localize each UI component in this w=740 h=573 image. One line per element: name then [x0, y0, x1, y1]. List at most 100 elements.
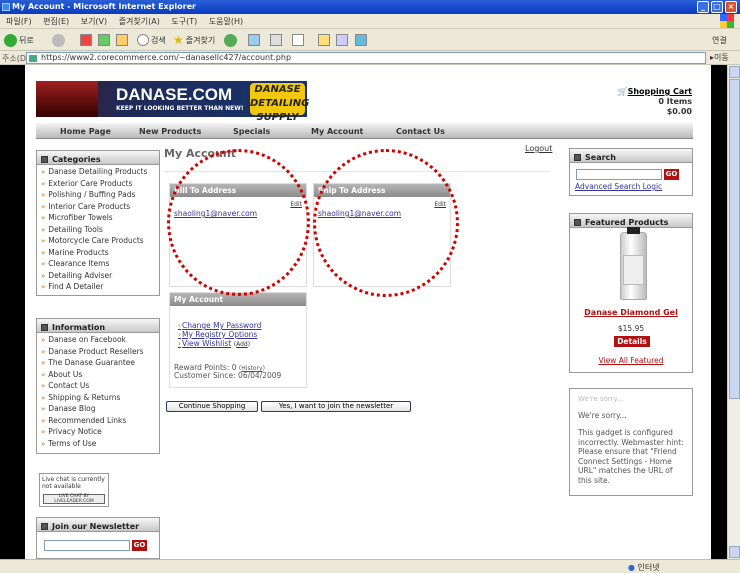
- nav-specials[interactable]: Specials: [233, 127, 270, 136]
- category-item[interactable]: Clearance Items: [41, 259, 159, 271]
- logout-link[interactable]: Logout: [525, 144, 552, 153]
- favorites-button[interactable]: ★ 즐겨찾기: [173, 33, 215, 47]
- categories-header: Categories: [37, 151, 159, 165]
- menu-view[interactable]: 보기(V): [81, 17, 107, 26]
- site-banner[interactable]: DANASE.COM KEEP IT LOOKING BETTER THAN N…: [36, 81, 310, 123]
- info-item[interactable]: Privacy Notice: [41, 427, 159, 439]
- back-button[interactable]: 뒤로: [4, 33, 34, 47]
- close-button[interactable]: ×: [725, 1, 737, 13]
- category-item[interactable]: Motorcycle Care Products: [41, 236, 159, 248]
- nav-my-account[interactable]: My Account: [311, 127, 363, 136]
- category-item[interactable]: Danase Detailing Products: [41, 167, 159, 179]
- search-input[interactable]: [576, 169, 662, 180]
- links-label[interactable]: 연결: [712, 33, 727, 47]
- annotation-circle: [313, 149, 459, 297]
- maximize-button[interactable]: □: [711, 1, 723, 13]
- category-item[interactable]: Find A Detailer: [41, 282, 159, 294]
- cart-items: 0 Items: [658, 97, 692, 106]
- featured-product-name[interactable]: Danase Diamond Gel: [570, 308, 692, 317]
- account-links: Change My Password My Registry Options V…: [178, 321, 261, 349]
- globe-icon: ●: [628, 563, 635, 572]
- web-page: DANASE.COM KEEP IT LOOKING BETTER THAN N…: [25, 65, 711, 559]
- menu-file[interactable]: 파일(F): [6, 17, 32, 26]
- nav-contact-us[interactable]: Contact Us: [396, 127, 445, 136]
- friend-connect-gadget: We're sorry... We're sorry... This gadge…: [569, 388, 693, 496]
- category-item[interactable]: Detailing Tools: [41, 225, 159, 237]
- main-nav: Home Page New Products Specials My Accou…: [36, 123, 693, 139]
- featured-products-box: Featured Products Danase Diamond Gel $15…: [569, 213, 693, 373]
- featured-header: Featured Products: [570, 214, 692, 228]
- menu-help[interactable]: 도움말(H): [209, 17, 243, 26]
- cart-total: $0.00: [666, 107, 692, 116]
- scroll-up-button[interactable]: [729, 66, 740, 78]
- mail-button[interactable]: [248, 33, 260, 47]
- view-wishlist-link[interactable]: View Wishlist: [178, 339, 231, 349]
- customer-since: Customer Since: 06/04/2009: [174, 371, 282, 380]
- info-item[interactable]: Contact Us: [41, 381, 159, 393]
- cart-icon: 🛒: [617, 87, 628, 96]
- newsletter-email-input[interactable]: [44, 540, 130, 551]
- menu-edit[interactable]: 편집(E): [43, 17, 69, 26]
- newsletter-go-button[interactable]: GO: [132, 540, 147, 551]
- refresh-button[interactable]: [98, 33, 110, 47]
- info-item[interactable]: About Us: [41, 370, 159, 382]
- search-go-button[interactable]: GO: [664, 169, 679, 180]
- stop-icon: [80, 34, 92, 46]
- browser-toolbar: 뒤로 검색 ★ 즐겨찾기 연결: [0, 29, 740, 51]
- continue-shopping-button[interactable]: Continue Shopping: [166, 401, 258, 412]
- category-item[interactable]: Interior Care Products: [41, 202, 159, 214]
- car-image: [36, 81, 98, 117]
- address-input[interactable]: https://www2.corecommerce.com/~danasellc…: [26, 52, 706, 64]
- category-item[interactable]: Microfiber Towels: [41, 213, 159, 225]
- shopping-cart-link[interactable]: Shopping Cart: [628, 87, 692, 96]
- history-button[interactable]: [224, 33, 237, 47]
- info-item[interactable]: Recommended Links: [41, 416, 159, 428]
- home-button[interactable]: [116, 33, 128, 47]
- messenger-button[interactable]: [355, 33, 367, 47]
- gadget-faded-text: We're sorry...: [578, 395, 624, 403]
- go-button[interactable]: ▸이동: [710, 52, 729, 63]
- menu-tools[interactable]: 도구(T): [171, 17, 197, 26]
- live-chat-widget[interactable]: Live chat is currently not available LIV…: [39, 473, 109, 507]
- newsletter-header: Join our Newsletter: [37, 518, 159, 532]
- category-item[interactable]: Polishing / Buffing Pads: [41, 190, 159, 202]
- product-image[interactable]: [620, 227, 647, 300]
- site-logo: DANASE.COM: [116, 85, 233, 104]
- minimize-button[interactable]: _: [697, 1, 709, 13]
- info-item[interactable]: Danase Product Resellers: [41, 347, 159, 359]
- nav-new-products[interactable]: New Products: [139, 127, 201, 136]
- info-item[interactable]: Shipping & Returns: [41, 393, 159, 405]
- menu-favorites[interactable]: 즐겨찾기(A): [119, 17, 160, 26]
- stop-button[interactable]: [80, 33, 92, 47]
- registry-options-link[interactable]: My Registry Options: [178, 330, 261, 340]
- category-item[interactable]: Exterior Care Products: [41, 179, 159, 191]
- supply-badge: DANASE DETAILING SUPPLY: [250, 83, 310, 123]
- details-button[interactable]: Details: [614, 336, 650, 347]
- info-item[interactable]: Danase on Facebook: [41, 335, 159, 347]
- info-item[interactable]: Danase Blog: [41, 404, 159, 416]
- join-newsletter-button[interactable]: Yes, I want to join the newsletter: [261, 401, 411, 412]
- menu-bar: 파일(F) 편집(E) 보기(V) 즐겨찾기(A) 도구(T) 도움말(H): [0, 14, 740, 29]
- nav-home[interactable]: Home Page: [60, 127, 111, 136]
- edit-page-button[interactable]: [292, 33, 304, 47]
- windows-logo-icon: [720, 14, 734, 28]
- category-item[interactable]: Detailing Adviser: [41, 271, 159, 283]
- folder-button[interactable]: [318, 33, 330, 47]
- box-bullet-icon: [41, 522, 48, 530]
- forward-button[interactable]: [52, 33, 65, 47]
- scroll-down-button[interactable]: [729, 546, 740, 558]
- info-item[interactable]: Terms of Use: [41, 439, 159, 451]
- mail-icon: [248, 34, 260, 46]
- view-all-featured-link[interactable]: View All Featured: [570, 356, 692, 365]
- vertical-scrollbar[interactable]: [727, 65, 740, 559]
- status-bar: ● 인터넷: [0, 559, 740, 573]
- info-item[interactable]: The Danase Guarantee: [41, 358, 159, 370]
- print-button[interactable]: [270, 33, 282, 47]
- category-item[interactable]: Marine Products: [41, 248, 159, 260]
- search-button[interactable]: 검색: [137, 33, 166, 47]
- scroll-thumb[interactable]: [729, 79, 740, 399]
- advanced-search-link[interactable]: Advanced Search Logic: [575, 182, 662, 191]
- add-wishlist-link[interactable]: Add: [236, 341, 248, 348]
- research-button[interactable]: [336, 33, 348, 47]
- gadget-message: This gadget is configured incorrectly. W…: [578, 428, 684, 485]
